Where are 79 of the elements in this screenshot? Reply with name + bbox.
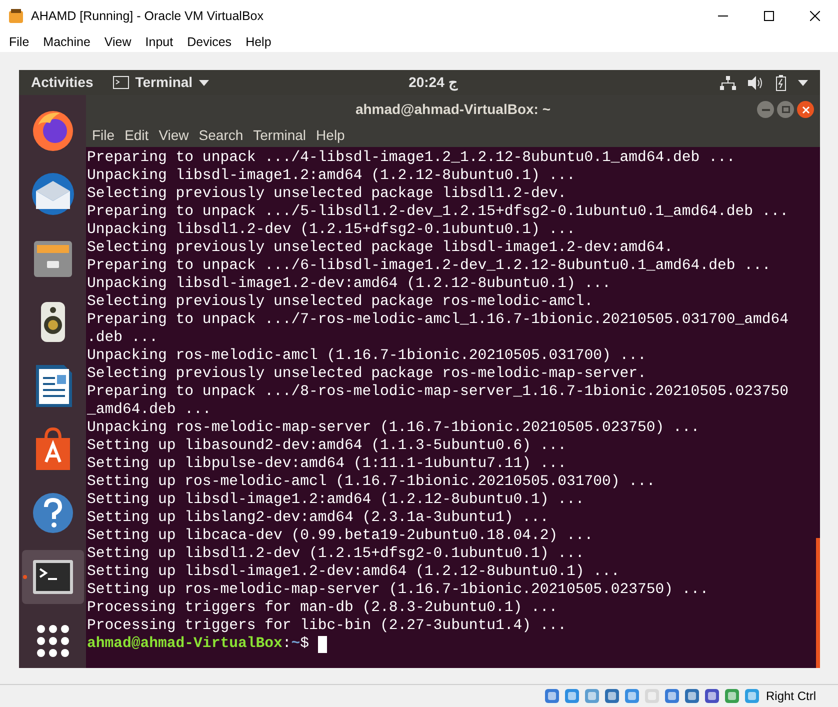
close-button[interactable] [797,101,814,118]
maximize-icon [782,106,790,113]
terminal-line: Setting up libsdl1.2-dev (1.2.15+dfsg2-0.1ubuntu0.1) ... [87,545,584,563]
menu-item[interactable]: Terminal [248,124,312,146]
terminal-title: ahmad@ahmad-VirtualBox: ~ [355,100,551,118]
window-title: AHAMD [Running] - Oracle VM VirtualBox [31,8,264,25]
terminal-line: _amd64.deb ... [87,401,212,419]
prompt-user-host: ahmad@ahmad-VirtualBox [87,635,282,653]
prompt-path: ~ [291,635,300,653]
terminal-line: Processing triggers for libc-bin (2.27-3ubuntu1.4) ... [87,617,566,635]
terminal-line: Setting up libasound2-dev:amd64 (1.1.3-5ubuntu0.6) ... [87,437,566,455]
menu-item[interactable]: Search [194,124,248,146]
terminal-line: Unpacking libsdl-image1.2:amd64 (1.2.12-8ubuntu0.1) ... [87,167,576,185]
running-indicator-icon [22,575,26,580]
menu-item[interactable]: File [87,124,120,146]
terminal-line: Setting up ros-melodic-amcl (1.16.7-1bionic.20210505.031700) ... [87,473,656,491]
device-status-icon[interactable] [744,688,760,704]
terminal-line: Unpacking ros-melodic-map-server (1.16.7-1bionic.20210505.023750) ... [87,419,700,437]
terminal-line: Selecting previously unselected package libsdl1.2-dev. [87,185,566,203]
app-grid-icon [36,624,70,658]
menu-item[interactable]: Devices [180,32,239,52]
terminal-line: Setting up libcaca-dev (0.99.beta19-2ubuntu0.18.04.2) ... [87,527,594,545]
terminal-line: Preparing to unpack .../7-ros-melodic-amcl_1.16.7-1bionic.20210505.031700_amd64 [87,311,788,329]
minimize-button[interactable] [757,101,774,118]
maximize-icon [764,11,774,21]
device-status-icon[interactable] [684,688,700,704]
terminal-line: Selecting previously unselected package libsdl-image1.2-dev:amd64. [87,239,674,257]
menu-item[interactable]: Edit [120,124,154,146]
clock[interactable]: 20:24 ج [408,72,458,93]
network-icon [720,76,736,90]
menu-item[interactable]: Machine [36,32,98,52]
activities-button[interactable]: Activities [31,72,94,93]
text-cursor [318,636,328,652]
terminal-line: Unpacking libsdl1.2-dev (1.2.15+dfsg2-0.1ubuntu0.1) ... [87,221,576,239]
minimize-icon [762,108,770,110]
terminal-line: Setting up libsdl-image1.2-dev:amd64 (1.2.12-8ubuntu0.1) ... [87,563,620,581]
app-menu[interactable]: Terminal [135,72,193,93]
device-status-icon[interactable] [604,688,620,704]
terminal-line: Setting up libpulse-dev:amd64 (1:11.1-1ubuntu7.11) ... [87,455,566,473]
menu-item[interactable]: Help [311,124,350,146]
scrollbar[interactable] [816,538,820,668]
device-status-icon[interactable] [664,688,680,704]
menu-item[interactable]: Help [238,32,278,52]
terminal-line: Selecting previously unselected package ros-melodic-map-server. [87,365,646,383]
host-key-label: Right Ctrl [766,688,816,705]
battery-icon [776,74,786,90]
terminal-line: Preparing to unpack .../8-ros-melodic-map-server_1.16.7-1bionic.20210505.023750 [87,383,788,401]
app-logo-icon [8,8,24,24]
device-status-icon[interactable] [584,688,600,704]
close-icon [802,106,810,114]
terminal-line: Preparing to unpack .../5-libsdl1.2-dev_1.2.15+dfsg2-0.1ubuntu0.1_amd64.deb ... [87,203,788,221]
device-status-icon[interactable] [544,688,560,704]
device-status-icon[interactable] [564,688,580,704]
terminal-line: .deb ... [87,329,158,347]
device-status-icon[interactable] [704,688,720,704]
menu-item[interactable]: File [2,32,36,52]
caret-icon [198,80,209,86]
close-icon [810,11,820,21]
volume-icon [748,76,764,90]
terminal-line: Preparing to unpack .../4-libsdl-image1.2_1.2.12-8ubuntu0.1_amd64.deb ... [87,149,736,167]
terminal-line: Setting up libsdl-image1.2:amd64 (1.2.12-8ubuntu0.1) ... [87,491,584,509]
caret-icon [798,80,808,86]
terminal-line: Unpacking libsdl-image1.2-dev:amd64 (1.2.12-8ubuntu0.1) ... [87,275,611,293]
device-status-icon[interactable] [724,688,740,704]
terminal-line: Processing triggers for man-db (2.8.3-2ubuntu0.1) ... [87,599,558,617]
terminal-line: Setting up ros-melodic-map-server (1.16.7-1bionic.20210505.023750) ... [87,581,709,599]
terminal-line: Unpacking ros-melodic-amcl (1.16.7-1bionic.20210505.031700) ... [87,347,646,365]
prompt-symbol: $ [300,635,310,653]
device-status-icon[interactable] [624,688,640,704]
menu-item[interactable]: View [97,32,138,52]
terminal-line: Setting up libslang2-dev:amd64 (2.3.1a-3ubuntu1) ... [87,509,549,527]
menu-item[interactable]: View [154,124,194,146]
dock-item[interactable] [22,550,84,604]
terminal-line: Preparing to unpack .../6-libsdl-image1.2-dev_1.2.12-8ubuntu0.1_amd64.deb ... [87,257,771,275]
terminal-icon [113,76,130,89]
menu-item[interactable]: Input [138,32,180,52]
terminal-line: Selecting previously unselected package ros-melodic-amcl. [87,293,594,311]
prompt-separator: : [282,635,292,653]
bird-envelope-icon [30,170,76,217]
